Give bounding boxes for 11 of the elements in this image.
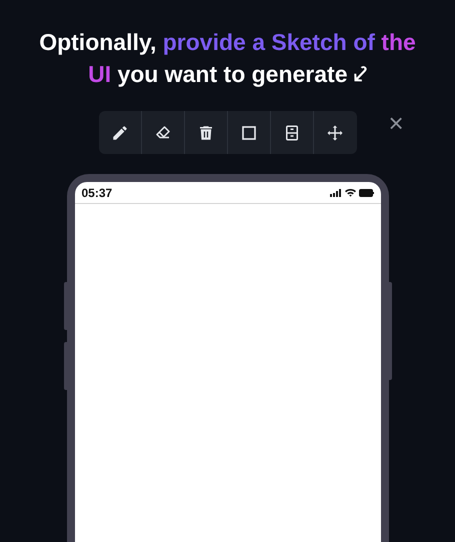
signal-icon: [330, 188, 342, 196]
eraser-icon: [154, 124, 172, 142]
status-time: 05:37: [82, 186, 112, 200]
pencil-icon: [110, 124, 128, 142]
square-icon: [240, 124, 258, 142]
heading: Optionally, provide a Sketch of the UI you want to generate ⤦: [38, 28, 417, 89]
battery-icon: [358, 188, 374, 196]
sketch-canvas[interactable]: 05:37: [74, 182, 380, 542]
move-icon: [326, 124, 344, 142]
close-button[interactable]: ×: [384, 111, 408, 135]
wifi-icon: [344, 188, 356, 197]
